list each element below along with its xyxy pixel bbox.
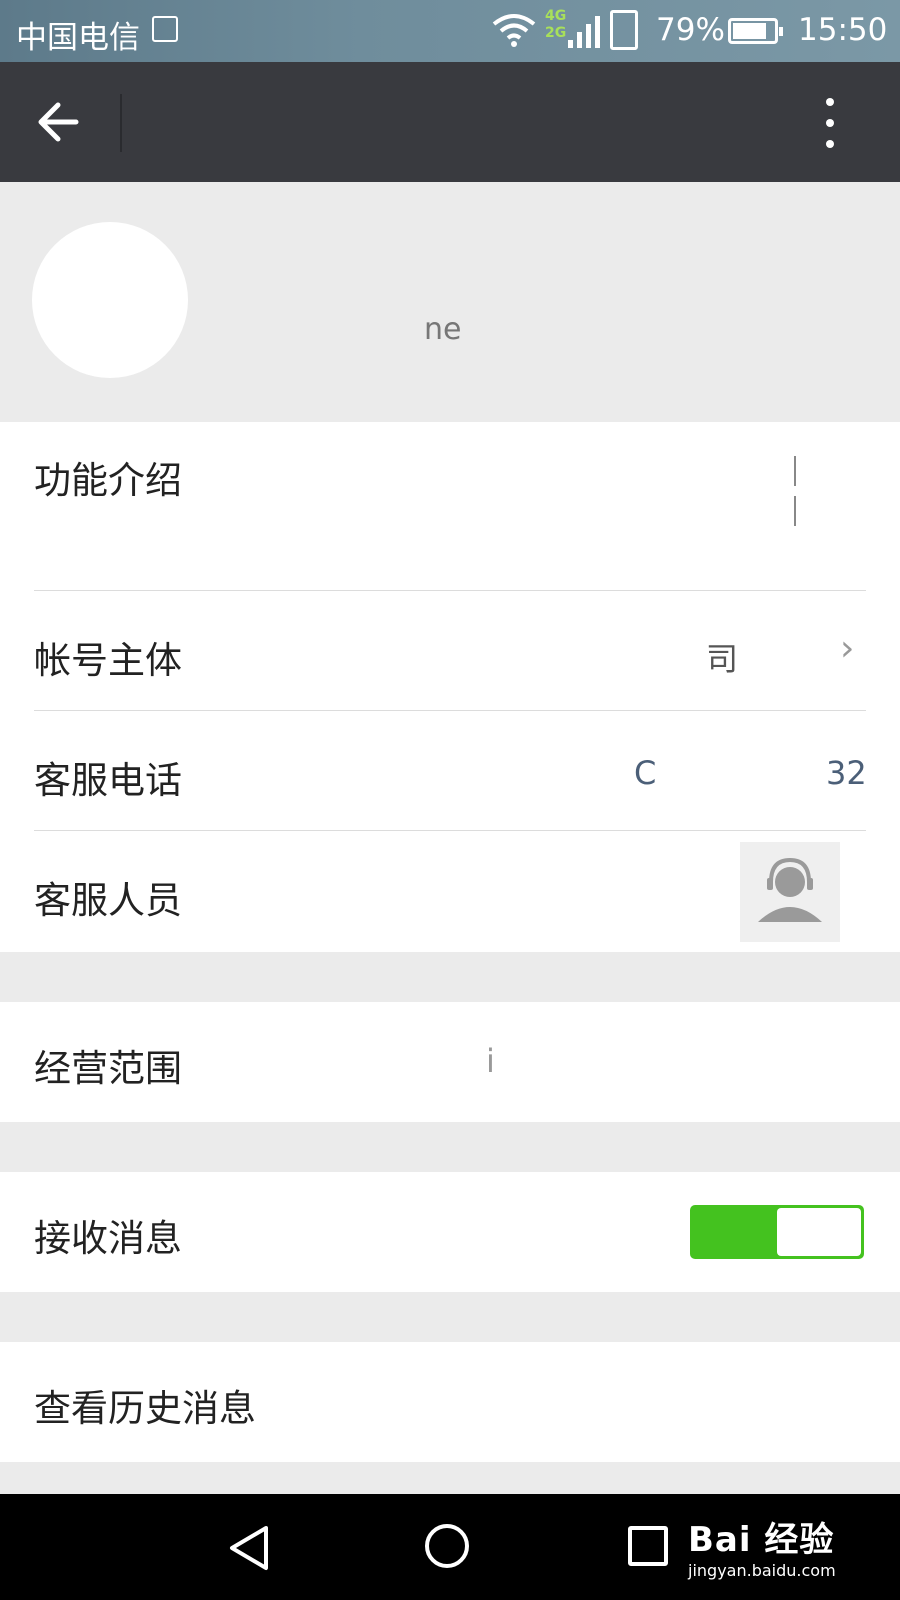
info-section: 功能介绍 帐号主体 司 › 客服电话 C 32 客服人员 — [0, 422, 900, 952]
sim-alert-icon — [610, 10, 638, 50]
intro-value — [260, 448, 850, 528]
receive-messages-label: 接收消息 — [34, 1217, 182, 1260]
service-phone-value-end[interactable]: 32 — [826, 754, 867, 792]
status-bar: 中国电信 4G 2G 79% 15:50 — [0, 0, 900, 62]
top-app-bar — [0, 62, 900, 182]
intro-label: 功能介绍 — [34, 459, 182, 502]
service-phone-value-start[interactable]: C — [634, 754, 656, 792]
divider — [34, 590, 866, 591]
divider — [34, 830, 866, 831]
clock: 15:50 — [798, 12, 888, 48]
nav-recent-apps-icon[interactable] — [628, 1526, 668, 1566]
network-type: 4G 2G — [545, 8, 567, 41]
receive-messages-toggle[interactable] — [690, 1205, 864, 1259]
nav-home-icon[interactable] — [425, 1524, 469, 1568]
more-options-icon[interactable] — [806, 92, 854, 154]
image-notification-icon — [152, 16, 178, 42]
business-scope-row: 经营范围 i — [0, 1002, 900, 1122]
profile-header: ne — [0, 182, 900, 422]
account-subject-value: 司 — [706, 640, 739, 678]
divider — [34, 710, 866, 711]
service-phone-label: 客服电话 — [34, 759, 182, 802]
receive-messages-row: 接收消息 — [0, 1172, 900, 1292]
view-history-row[interactable]: 查看历史消息 — [0, 1342, 900, 1462]
battery-percentage: 79% — [656, 12, 725, 48]
baidu-jingyan-watermark: Bai 经验 jingyan.baidu.com — [688, 1520, 836, 1580]
signal-icon — [568, 16, 600, 48]
wifi-icon — [492, 14, 536, 47]
chevron-right-icon: › — [840, 628, 855, 669]
account-avatar — [32, 222, 188, 378]
header-divider — [120, 94, 122, 152]
view-history-label: 查看历史消息 — [34, 1387, 256, 1430]
account-subject-label: 帐号主体 — [34, 639, 182, 682]
carrier-name: 中国电信 — [16, 20, 140, 56]
back-arrow-icon[interactable] — [30, 92, 90, 152]
system-navigation-bar: Bai 经验 jingyan.baidu.com — [0, 1494, 900, 1600]
service-agent-label: 客服人员 — [34, 879, 182, 922]
account-id: ne — [424, 312, 462, 347]
business-scope-label: 经营范围 — [34, 1047, 182, 1090]
business-scope-value: i — [486, 1042, 495, 1080]
customer-service-agent-icon[interactable] — [740, 842, 840, 942]
nav-back-icon[interactable] — [226, 1524, 272, 1572]
toggle-knob — [777, 1208, 861, 1256]
battery-icon — [728, 18, 783, 44]
